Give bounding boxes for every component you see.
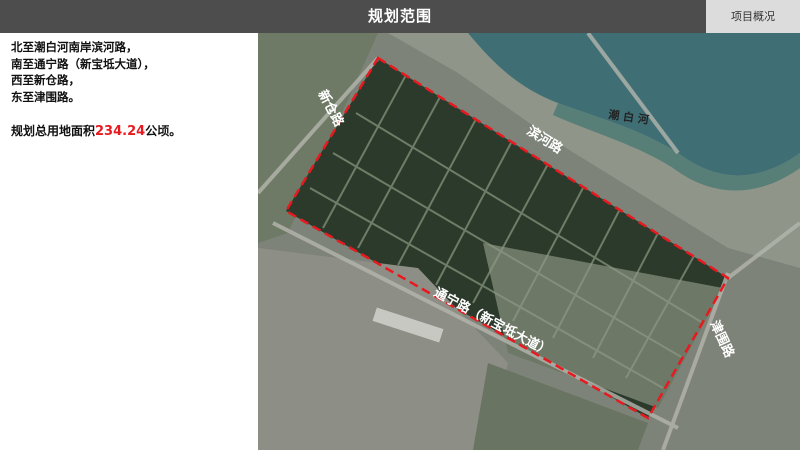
description-line-south: 南至通宁路（新宝坻大道）， (11, 56, 155, 71)
area-unit: 公顷。 (145, 124, 182, 138)
area-value: 234.24 (95, 124, 146, 139)
tab-project-overview[interactable]: 项目概况 (706, 0, 800, 33)
description-line-east: 东至津围路。 (11, 89, 80, 104)
map-svg: 潮 白 河 滨河路 新仓路 通宁路（新宝坻大道） 津围路 (258, 33, 800, 450)
satellite-map[interactable]: 潮 白 河 滨河路 新仓路 通宁路（新宝坻大道） 津围路 (258, 33, 800, 450)
total-area: 规划总用地面积234.24公顷。 (11, 122, 181, 139)
page-title: 规划范围 (367, 7, 432, 25)
description-line-west: 西至新仓路， (11, 73, 80, 87)
header-bar: 规划范围 项目概况 (0, 0, 800, 33)
area-prefix: 规划总用地面积 (11, 124, 96, 138)
description-panel: 北至潮白河南岸滨河路， 南至通宁路（新宝坻大道）， 西至新仓路， 东至津围路。 … (0, 33, 258, 450)
boundary-description: 北至潮白河南岸滨河路， 南至通宁路（新宝坻大道）， 西至新仓路， 东至津围路。 (11, 39, 155, 105)
description-line-north: 北至潮白河南岸滨河路， (11, 40, 138, 54)
